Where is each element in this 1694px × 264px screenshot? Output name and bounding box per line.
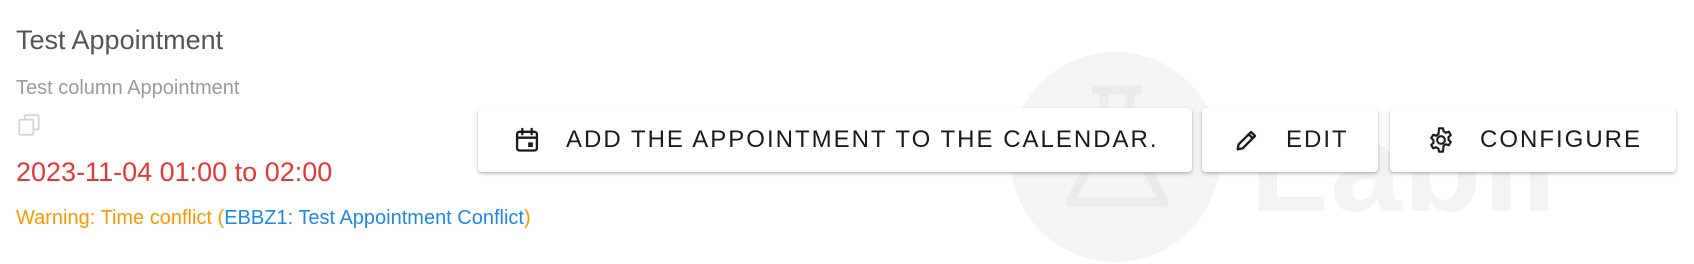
- appointment-title: Test Appointment: [16, 25, 224, 55]
- warning-prefix: Warning: Time conflict (: [16, 207, 225, 229]
- appointment-panel: LabII Test Appointment Test column Appoi…: [0, 0, 1694, 264]
- copy-button[interactable]: [14, 110, 44, 140]
- configure-button[interactable]: CONFIGURE: [1390, 108, 1676, 172]
- calendar-icon: [512, 125, 542, 155]
- pencil-icon: [1232, 125, 1262, 155]
- appointment-column-label: Test column Appointment: [16, 77, 240, 99]
- copy-icon: [18, 114, 40, 136]
- conflict-appointment-link[interactable]: EBBZ1: Test Appointment Conflict: [224, 207, 524, 229]
- appointment-datetime: 2023-11-04 01:00 to 02:00: [16, 157, 333, 187]
- add-to-calendar-button[interactable]: ADD THE APPOINTMENT TO THE CALENDAR.: [478, 108, 1192, 172]
- warning-suffix: ): [524, 207, 531, 229]
- gear-icon: [1426, 125, 1456, 155]
- time-conflict-warning: Warning: Time conflict (EBBZ1: Test Appo…: [16, 206, 531, 230]
- edit-label: EDIT: [1286, 126, 1349, 153]
- edit-button[interactable]: EDIT: [1202, 108, 1378, 172]
- add-to-calendar-label: ADD THE APPOINTMENT TO THE CALENDAR.: [566, 126, 1159, 153]
- configure-label: CONFIGURE: [1480, 126, 1642, 153]
